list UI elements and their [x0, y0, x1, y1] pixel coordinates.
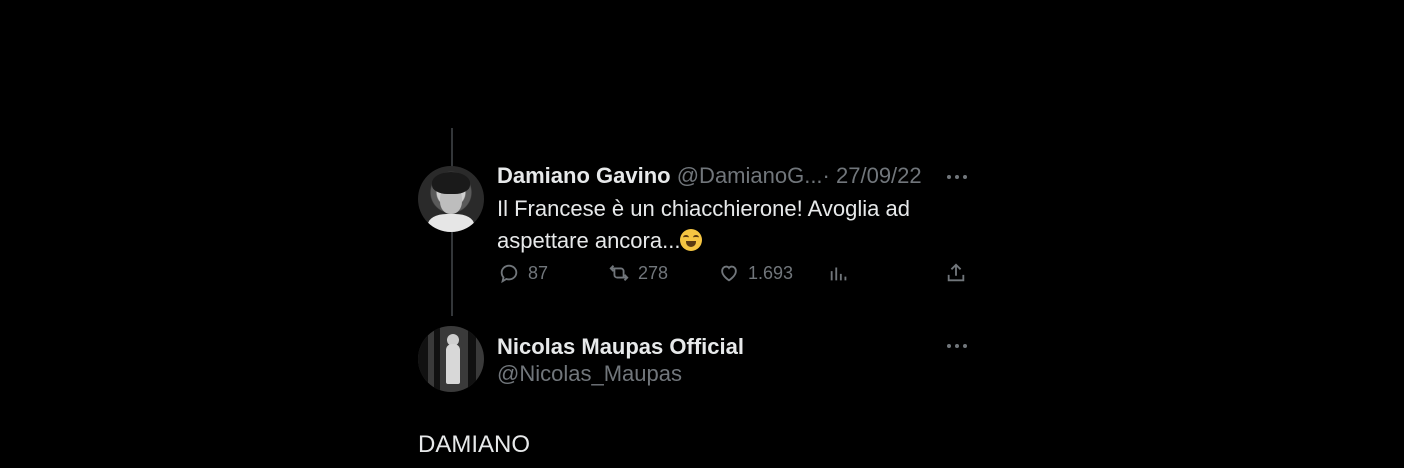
- reply-icon: [500, 264, 518, 284]
- avatar[interactable]: [418, 326, 484, 392]
- author-handle[interactable]: @DamianoG...: [677, 163, 823, 188]
- retweet-count: 278: [638, 262, 669, 283]
- more-icon[interactable]: [944, 167, 970, 187]
- heart-icon: [721, 265, 737, 282]
- analytics-icon: [830, 267, 847, 281]
- avatar[interactable]: [418, 166, 484, 232]
- author-name[interactable]: Damiano Gavino: [497, 163, 671, 188]
- tweet-header: Damiano Gavino @DamianoG...· 27/09/22: [497, 162, 922, 190]
- face-with-tears-of-joy-icon: [680, 229, 703, 251]
- avatar-body-shape: [428, 214, 474, 232]
- tweet-text-content: Il Francese è un chiacchierone! Avoglia …: [497, 196, 910, 253]
- like-count: 1.693: [748, 262, 794, 283]
- more-icon[interactable]: [944, 336, 970, 356]
- header-separator: ·: [822, 163, 830, 188]
- tweet-date[interactable]: 27/09/22: [836, 163, 922, 188]
- tweet-text: DAMIANO: [418, 431, 531, 458]
- avatar-hair-shape: [432, 172, 470, 194]
- avatar-figure-shape: [446, 344, 460, 384]
- reply-count: 87: [528, 262, 549, 283]
- reply-button[interactable]: 87: [498, 261, 548, 285]
- share-icon: [947, 263, 965, 282]
- retweet-icon: [609, 265, 629, 281]
- author-name[interactable]: Nicolas Maupas Official: [497, 333, 744, 361]
- author-handle[interactable]: @Nicolas_Maupas: [497, 360, 682, 388]
- tweet-text: Il Francese è un chiacchierone! Avoglia …: [497, 193, 957, 257]
- like-button[interactable]: 1.693: [718, 261, 793, 285]
- views-button[interactable]: [828, 261, 850, 285]
- share-button[interactable]: [945, 261, 967, 285]
- retweet-button[interactable]: 278: [608, 261, 668, 285]
